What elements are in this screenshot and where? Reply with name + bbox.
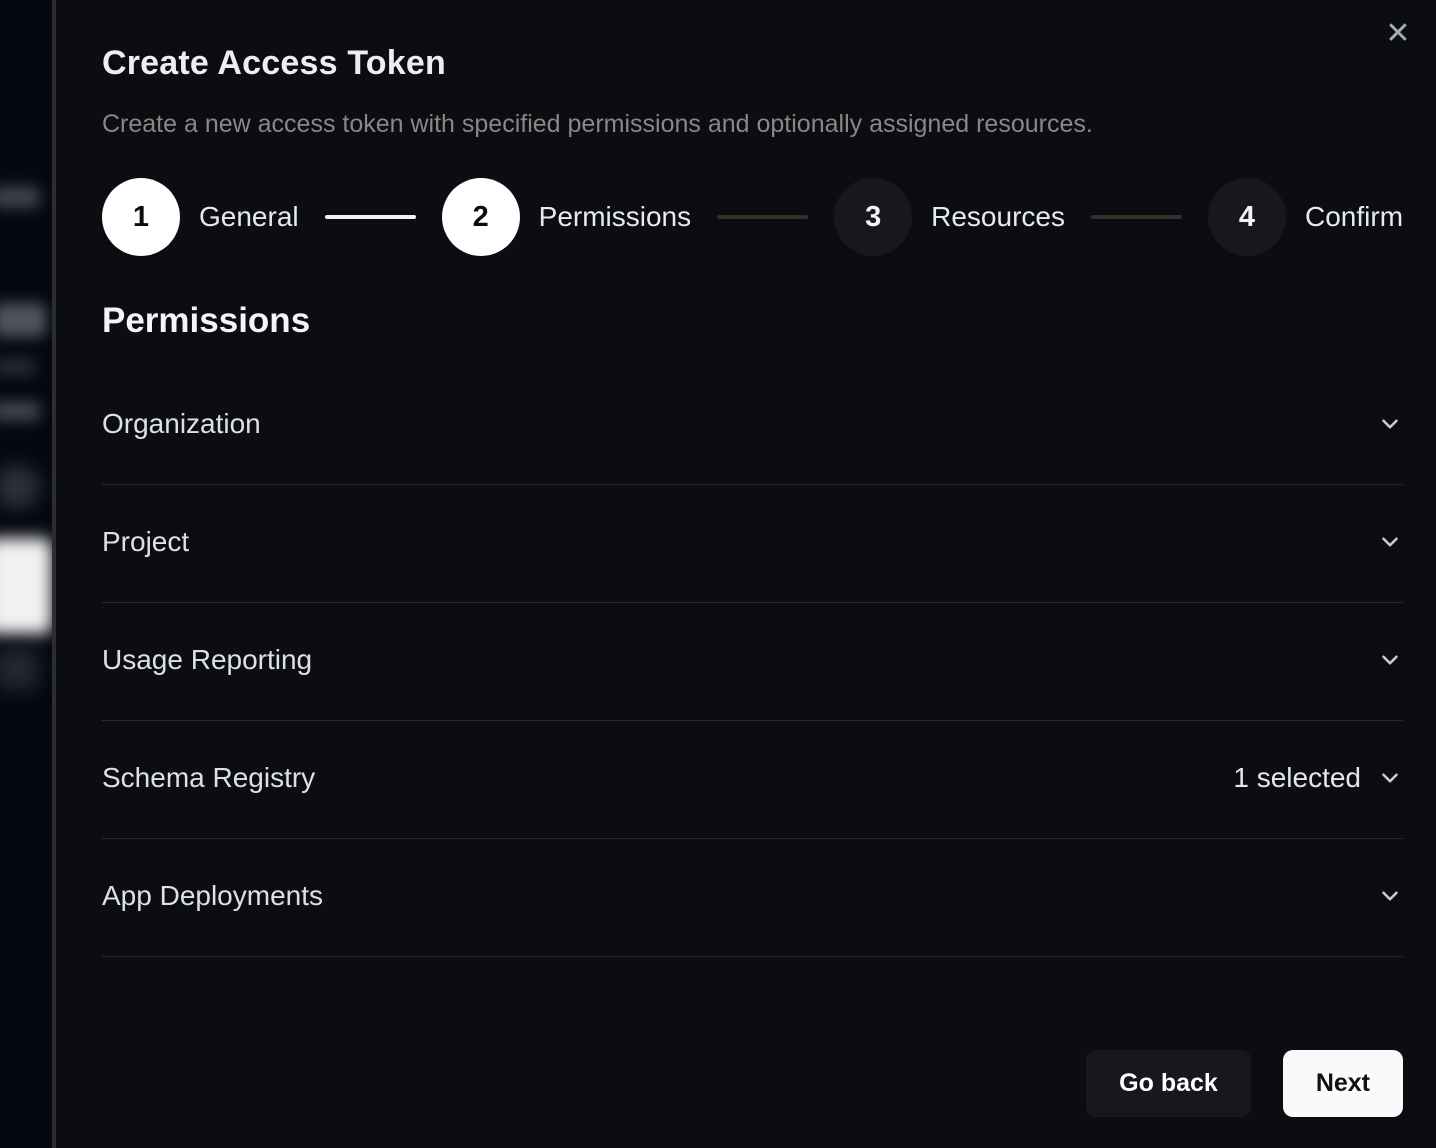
close-icon: ✕ [1385, 16, 1410, 51]
step-number-badge: 4 [1208, 178, 1286, 256]
step-label: Resources [931, 201, 1065, 233]
step-label: General [199, 201, 299, 233]
accordion-label: Organization [102, 408, 261, 440]
chevron-down-icon [1377, 647, 1403, 673]
permissions-accordion-list: Organization Project Usage Reporting [102, 367, 1403, 957]
next-button[interactable]: Next [1283, 1050, 1403, 1117]
backdrop-blurred-icon [0, 648, 38, 690]
backdrop-blurred-text [0, 303, 46, 337]
screen: ✕ Create Access Token Create a new acces… [0, 0, 1436, 1148]
step-label: Permissions [539, 201, 691, 233]
backdrop-blurred-text [0, 358, 36, 376]
modal-subtitle: Create a new access token with specified… [102, 110, 1403, 139]
accordion-project[interactable]: Project [102, 485, 1403, 603]
accordion-label: App Deployments [102, 880, 323, 912]
accordion-schema-registry[interactable]: Schema Registry 1 selected [102, 721, 1403, 839]
chevron-down-icon [1377, 411, 1403, 437]
step-resources[interactable]: 3 Resources [834, 178, 1065, 256]
step-connector [325, 215, 416, 219]
modal-footer: Go back Next [102, 1050, 1403, 1117]
step-permissions[interactable]: 2 Permissions [442, 178, 691, 256]
backdrop-blurred-text [0, 186, 40, 208]
accordion-usage-reporting[interactable]: Usage Reporting [102, 603, 1403, 721]
step-general[interactable]: 1 General [102, 178, 299, 256]
backdrop-blurred-button [0, 538, 52, 634]
chevron-down-icon [1377, 765, 1403, 791]
create-access-token-modal: ✕ Create Access Token Create a new acces… [56, 0, 1436, 1148]
chevron-down-icon [1377, 883, 1403, 909]
step-connector [717, 215, 808, 219]
step-number-badge: 3 [834, 178, 912, 256]
step-number-badge: 1 [102, 178, 180, 256]
accordion-label: Project [102, 526, 189, 558]
backdrop-blurred-text [0, 401, 40, 421]
wizard-stepper: 1 General 2 Permissions 3 Resources 4 Co… [102, 178, 1403, 256]
step-connector [1091, 215, 1182, 219]
accordion-organization[interactable]: Organization [102, 367, 1403, 485]
spacer [102, 957, 1403, 1050]
backdrop-blurred-icon [0, 465, 40, 509]
step-label: Confirm [1305, 201, 1403, 233]
close-button[interactable]: ✕ [1378, 14, 1418, 54]
step-confirm[interactable]: 4 Confirm [1208, 178, 1403, 256]
permissions-heading: Permissions [102, 301, 1403, 341]
accordion-app-deployments[interactable]: App Deployments [102, 839, 1403, 957]
accordion-label: Usage Reporting [102, 644, 312, 676]
accordion-label: Schema Registry [102, 762, 315, 794]
selection-count-badge: 1 selected [1233, 762, 1361, 794]
go-back-button[interactable]: Go back [1086, 1050, 1251, 1117]
modal-title: Create Access Token [102, 44, 1403, 83]
page-backdrop [0, 0, 56, 1148]
chevron-down-icon [1377, 529, 1403, 555]
step-number-badge: 2 [442, 178, 520, 256]
